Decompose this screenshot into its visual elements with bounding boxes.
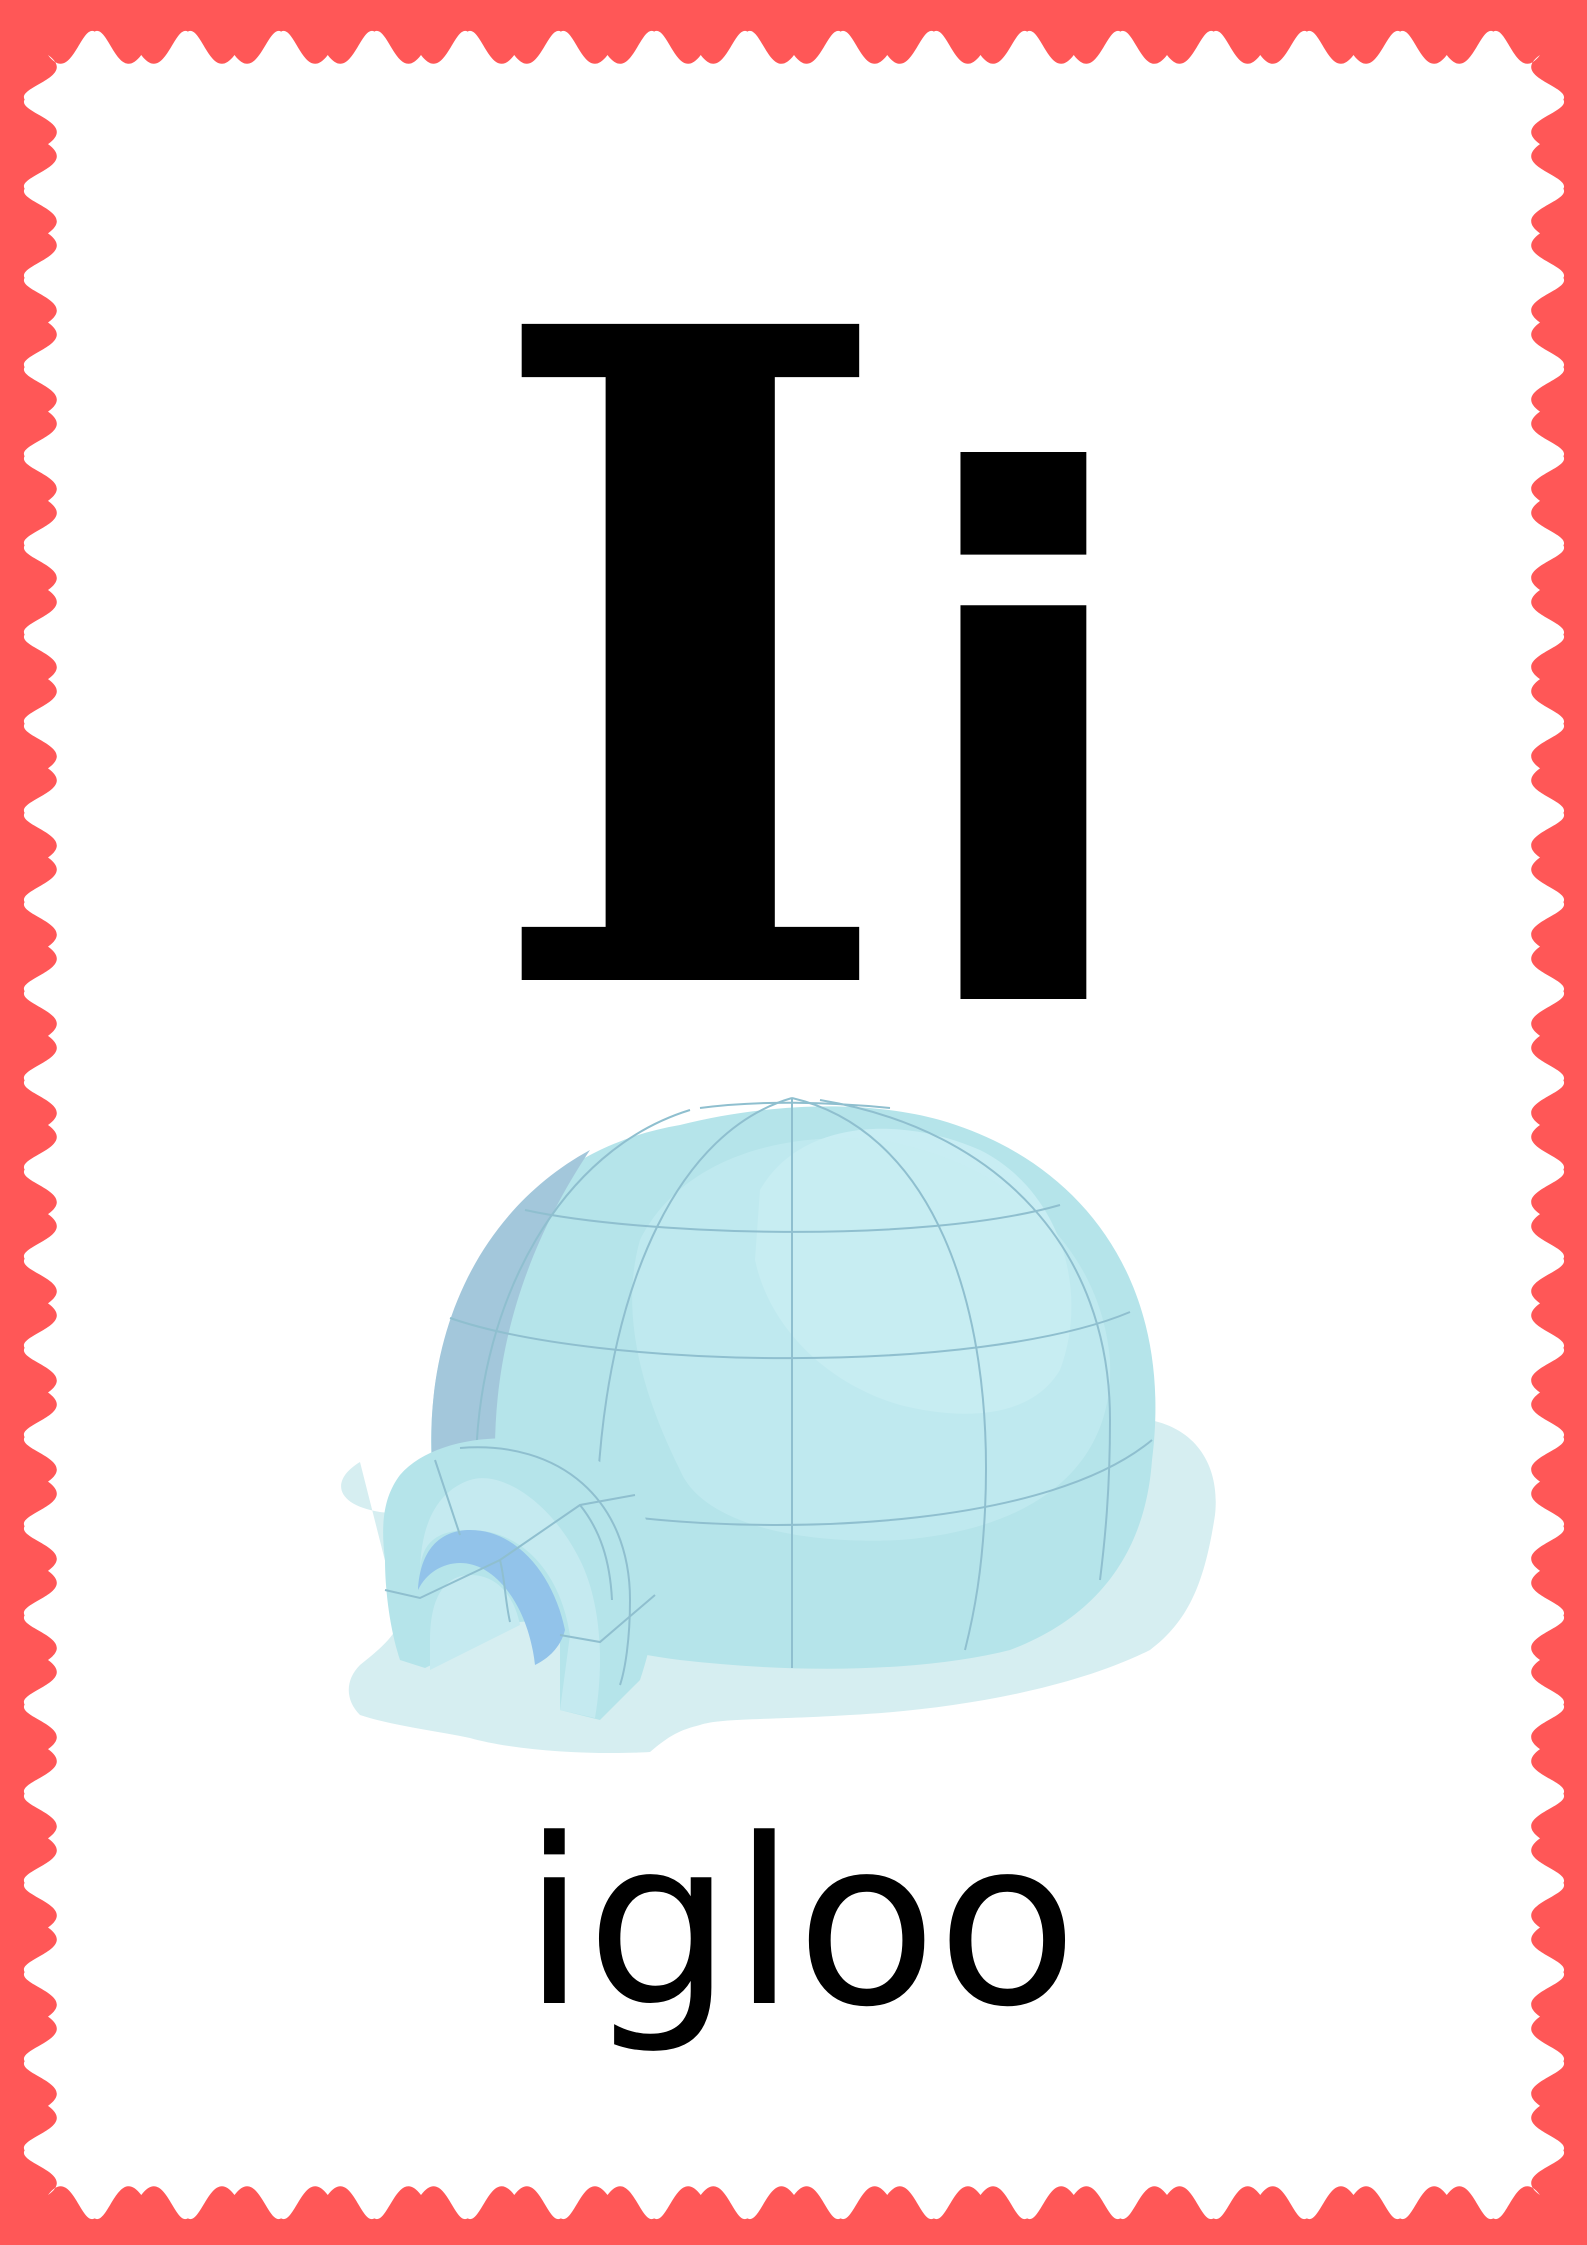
picture-word: igloo [522,1791,1078,2058]
lowercase-letter: i [900,331,1147,1169]
alphabet-flashcard: I i igloo [0,0,1587,2245]
uppercase-letter: I [479,136,901,1193]
